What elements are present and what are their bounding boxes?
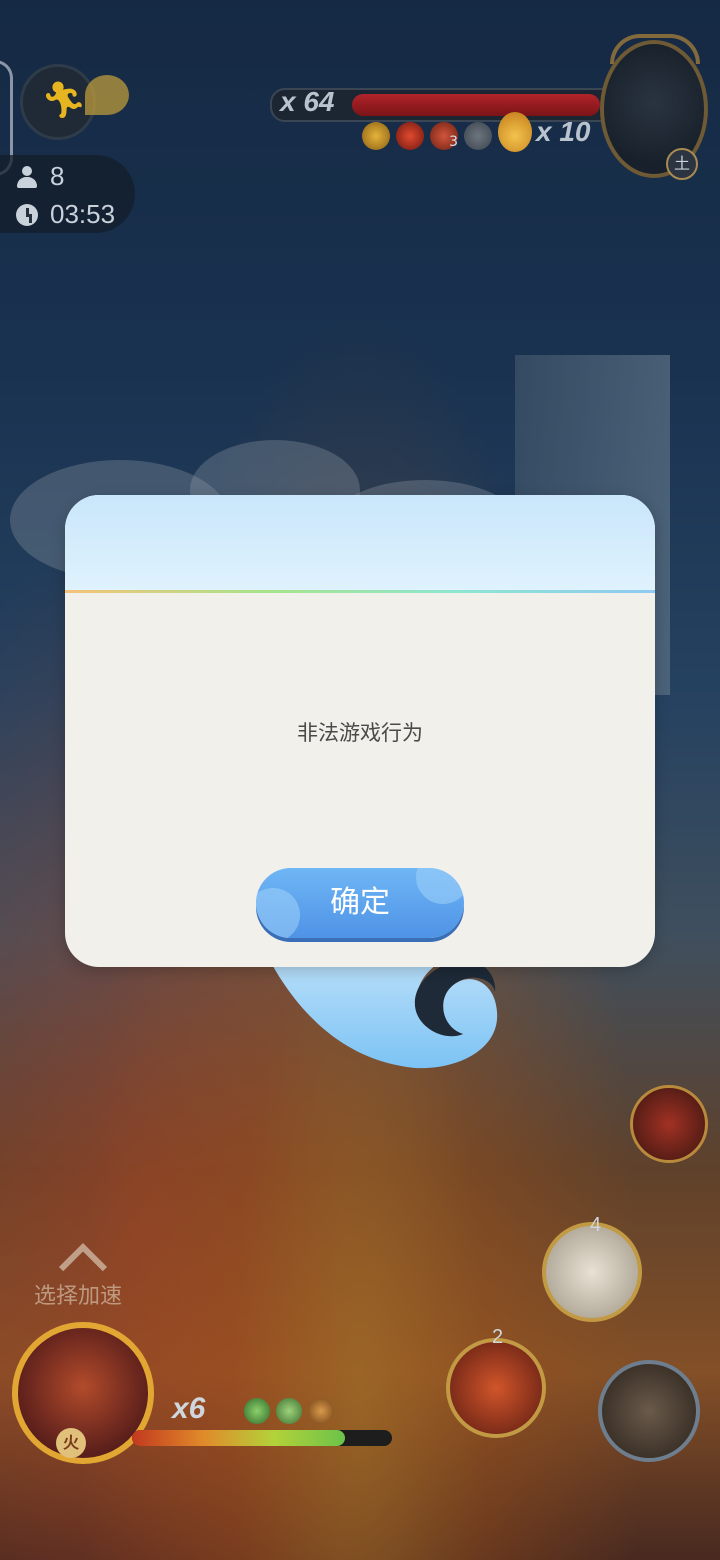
hero-element-badge: 火 [56,1428,86,1458]
hero-health-fill [132,1430,345,1446]
boss-buff-list: 3 [362,122,492,150]
player-count: 8 [50,161,65,191]
attack-button[interactable] [598,1360,700,1462]
boss-element-badge: 土 [666,148,698,180]
match-status-panel: 8 03:53 [0,155,135,233]
dialog-header [65,495,655,590]
buff-icon [276,1398,302,1424]
player-count-row: 8 [16,161,64,192]
buff-icon [244,1398,270,1424]
run-mode-icon[interactable]: 🏃︎ [20,64,129,140]
confirm-button[interactable]: 确定 [256,868,464,938]
hero-multiplier: x6 [172,1392,206,1425]
boss-avatar[interactable]: 土 [600,34,708,180]
skill-a-count: 4 [590,1214,602,1236]
wing-icon [85,75,129,115]
flame-icon [498,112,532,152]
hero-buff-list [244,1398,334,1424]
running-figure-icon: 🏃︎ [41,80,87,121]
buff-icon [362,122,390,150]
timer: 03:53 [50,199,116,229]
skill-a-button[interactable] [542,1222,642,1322]
buff-icon [396,122,424,150]
buff-icon: 3 [430,122,458,150]
dialog-message: 非法游戏行为 [297,721,423,745]
timer-row: 03:53 [16,199,115,230]
clock-icon [16,203,38,226]
person-icon [16,165,38,188]
skill-b-count: 2 [492,1326,504,1348]
select-hint: 选择加速 [34,1284,123,1309]
boss-crown-ring [610,34,700,64]
alert-dialog: 非法游戏行为 确定 [65,495,655,967]
skill-b-button[interactable] [446,1338,546,1438]
boss-multiplier: x 64 [280,86,335,117]
buff-icon [464,122,492,150]
dialog-divider [65,590,655,593]
buff-icon [308,1398,334,1424]
shield-skill-button[interactable] [630,1085,708,1163]
flame-counter: x 10 [498,112,591,152]
confirm-button-label: 确定 [330,885,390,920]
buff-stack: 3 [449,134,458,150]
flame-count: x 10 [536,116,591,147]
hero-health-bar [132,1430,392,1446]
